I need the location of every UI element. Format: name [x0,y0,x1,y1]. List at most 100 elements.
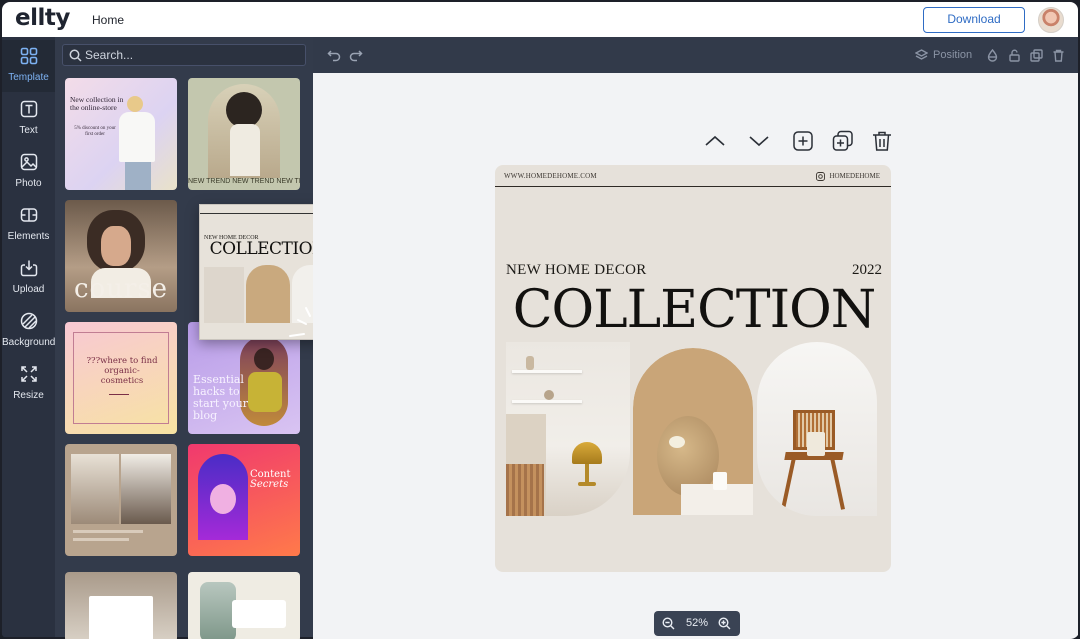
template-offer: 5% discount on your first order [74,126,116,137]
sidebar-item-label: Upload [12,284,45,295]
review-card [232,600,286,628]
template-text: Essential hacks to start your blog [193,373,248,422]
template-text: ???where to find organic-cosmetics [86,356,158,386]
model-shirt [119,112,155,162]
rattan-chair [506,464,544,516]
template-card-checklist[interactable] [65,572,177,639]
sidebar-item-elements[interactable]: Elements [2,199,55,251]
app-window: ellty Home Download Template Text Photo … [0,0,1080,639]
text-line [73,538,129,541]
top-bar: ellty Home Download [2,2,1078,37]
zoom-value: 52% [685,617,709,629]
sidebar-item-label: Background [2,337,56,348]
sidebar-item-resize[interactable]: Resize [2,358,55,410]
model-head [254,348,274,370]
photo-icon [20,153,38,171]
search-icon [69,49,82,62]
background-icon [20,312,38,330]
text-icon [20,100,38,118]
design-rule [495,186,891,187]
app-logo[interactable]: ellty [15,5,70,31]
search-input[interactable] [85,46,295,64]
bowl [544,390,554,400]
template-card-course[interactable]: course [65,200,177,312]
design-page[interactable]: WWW.HOMEDEHOME.COM HOMEDEHOME NEW HOME D… [495,165,891,572]
lock-icon[interactable] [1008,49,1021,62]
duplicate-icon[interactable] [1030,49,1043,62]
delete-page-icon[interactable] [871,130,893,152]
model-hair [226,92,262,128]
photo-mirror[interactable] [633,348,753,515]
avatar[interactable] [1038,7,1064,33]
template-card-interior[interactable] [65,444,177,556]
chair-leg [781,452,797,510]
template-card-review[interactable] [188,572,300,639]
shelf-lower [512,400,582,403]
arrow-line [109,394,129,395]
redo-icon[interactable] [349,48,363,62]
zoom-out-icon[interactable] [662,617,675,630]
vase [713,472,727,490]
design-url[interactable]: WWW.HOMEDEHOME.COM [504,172,597,180]
phone-photo [200,582,236,639]
design-handle[interactable]: HOMEDEHOME [816,172,880,181]
zoom-control: 52% [654,611,740,636]
chair-leg [829,452,845,510]
photo-chair[interactable] [757,342,877,516]
template-title: New collection in the online-store [70,95,124,112]
model-face [210,484,236,514]
chevron-down-icon[interactable] [748,130,770,152]
throw-blanket [807,432,825,456]
sidebar-item-template[interactable]: Template [2,40,55,92]
model-jacket [230,124,260,176]
add-page-icon[interactable] [792,130,814,152]
photo-left [71,454,119,524]
template-subtitle: Secrets [250,479,289,490]
photo-right [121,454,171,524]
template-card-new-collection[interactable]: New collection in the online-store 5% di… [65,78,177,190]
photo-shelf [204,267,244,323]
lamp-stem [585,464,589,482]
search-box[interactable] [62,44,306,66]
model-jeans [125,162,151,190]
sidebar-item-photo[interactable]: Photo [2,146,55,198]
opacity-icon[interactable] [986,49,999,62]
template-card-organic-cosmetics[interactable]: ???where to find organic-cosmetics [65,322,177,434]
position-button[interactable]: Position [933,49,972,61]
instagram-icon [816,172,826,181]
template-card-content-secrets[interactable]: Content Secrets [188,444,300,556]
trash-icon[interactable] [1052,49,1065,62]
sidebar-item-label: Resize [13,390,44,401]
template-card-new-trend[interactable]: NEW TREND NEW TREND NEW TRE [188,78,300,190]
template-ticker: NEW TREND NEW TREND NEW TRE [188,178,300,185]
zoom-in-icon[interactable] [718,617,731,630]
shelf-upper [512,370,582,373]
layers-icon [915,49,928,60]
vase [526,356,534,370]
design-year[interactable]: 2022 [852,262,882,279]
sidebar-item-label: Elements [7,231,50,242]
photo-shelf-lamp[interactable] [506,342,630,516]
model-head [127,96,143,112]
sidebar-item-label: Template [8,72,49,83]
design-title[interactable]: COLLECTION [499,278,889,342]
download-button[interactable]: Download [923,7,1025,33]
sidebar-item-background[interactable]: Background [2,305,55,357]
model-face [101,226,131,266]
nav-home-link[interactable]: Home [92,13,124,27]
template-word: course [73,274,169,304]
undo-icon[interactable] [327,48,341,62]
duplicate-page-icon[interactable] [832,130,854,152]
sidebar-item-upload[interactable]: Upload [2,252,55,304]
resize-icon [21,366,37,382]
grid-icon [20,47,38,65]
sidebar-item-label: Photo [15,178,42,189]
upload-icon [20,260,38,277]
chevron-up-icon[interactable] [704,130,726,152]
sidebar-item-label: Text [19,125,38,136]
design-subtitle[interactable]: NEW HOME DECOR [506,262,647,279]
design-handle-text: HOMEDEHOME [829,172,880,180]
editor-toolbar: Position [313,37,1078,73]
checklist-note [89,596,153,639]
sidebar-item-text[interactable]: Text [2,93,55,145]
